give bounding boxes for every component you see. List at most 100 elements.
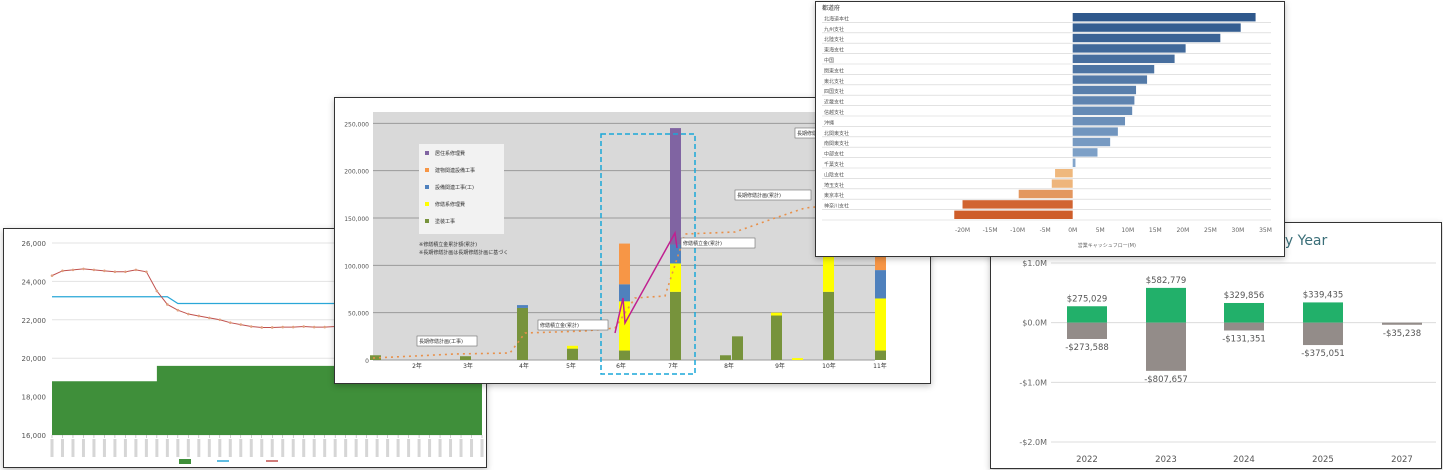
x-tick-label: 2年 bbox=[412, 362, 422, 370]
bar-negative bbox=[1146, 322, 1186, 371]
x-tick-label-placeholder bbox=[438, 439, 442, 457]
bar-label-positive: $275,029 bbox=[1067, 294, 1108, 304]
bar-label-positive: $329,856 bbox=[1224, 291, 1265, 301]
red-series-point bbox=[239, 323, 243, 326]
category-label: 九州支社 bbox=[824, 26, 844, 33]
legend-swatch bbox=[425, 151, 429, 155]
x-tick-label: 2023 bbox=[1155, 455, 1177, 465]
bar-segment bbox=[771, 312, 782, 316]
red-series-point bbox=[218, 318, 222, 322]
category-label: 中部支社 bbox=[824, 151, 844, 158]
x-tick-label: 25M bbox=[1204, 227, 1217, 234]
x-tick-label-placeholder bbox=[354, 439, 358, 457]
red-series-point bbox=[103, 269, 106, 273]
category-label: 北陸支社 bbox=[824, 36, 844, 43]
bar-segment bbox=[619, 350, 630, 360]
bar-label-negative: -$131,351 bbox=[1222, 335, 1266, 345]
red-series-point bbox=[197, 314, 201, 318]
bar-label-negative: -$273,588 bbox=[1065, 343, 1109, 353]
annotation-label: 長期修繕計画(累計) bbox=[737, 192, 781, 199]
bar-positive bbox=[1303, 302, 1343, 323]
bar-negative bbox=[1224, 322, 1264, 331]
bar bbox=[1072, 148, 1098, 157]
x-tick-label: 3年 bbox=[463, 362, 473, 370]
horizontal-bar-chart-svg: 都道府北海道本社九州支社北陸支社東海支社中国関東支社東北支社四国支社近畿支社信越… bbox=[822, 4, 1272, 249]
bar bbox=[1072, 137, 1111, 147]
bar bbox=[1072, 23, 1241, 32]
red-series-point bbox=[249, 325, 253, 328]
bar-negative bbox=[1382, 322, 1422, 325]
bar-label-positive: $582,779 bbox=[1146, 276, 1187, 286]
x-tick-label-placeholder bbox=[396, 439, 400, 457]
legend-label: 居住系修理費 bbox=[435, 150, 465, 157]
y-tick-label: -$1.0M bbox=[1019, 378, 1047, 387]
bar-segment bbox=[460, 356, 471, 360]
x-axis-label: 営業キャッシュフロー(M) bbox=[1078, 242, 1136, 249]
x-tick-label-placeholder bbox=[386, 439, 390, 457]
by-year-chart-svg: by Year$1.0M$0.0M-$1.0M-$2.0M$275,029-$2… bbox=[1019, 233, 1436, 465]
bar-segment bbox=[720, 355, 731, 360]
x-tick-label: 35M bbox=[1259, 227, 1272, 234]
x-tick-label-placeholder bbox=[323, 439, 327, 457]
legend-swatch bbox=[425, 219, 429, 223]
red-series-point bbox=[270, 326, 274, 329]
x-tick-label-placeholder bbox=[197, 439, 201, 457]
y-tick-label: 150,000 bbox=[344, 216, 369, 223]
x-tick-label: 15M bbox=[1149, 227, 1162, 234]
y-tick-label: 50,000 bbox=[348, 311, 369, 318]
red-series-point bbox=[291, 325, 295, 329]
bar-segment bbox=[517, 305, 528, 308]
x-tick-label-placeholder bbox=[459, 439, 463, 457]
x-tick-label-placeholder bbox=[239, 439, 243, 457]
chart-title: 都道府 bbox=[822, 4, 840, 12]
bar-segment bbox=[670, 128, 681, 245]
bar-positive bbox=[1146, 287, 1186, 323]
legend-swatch bbox=[425, 168, 429, 172]
x-tick-label: 5M bbox=[1096, 227, 1105, 234]
bar-label-negative: -$375,051 bbox=[1301, 349, 1345, 359]
bar-segment bbox=[792, 358, 803, 360]
x-tick-label: 2025 bbox=[1312, 455, 1334, 465]
y-tick-label: 0 bbox=[365, 358, 369, 365]
bar-segment bbox=[670, 291, 681, 360]
note-line: ※長期修繕計画は長期修繕計画に基づく bbox=[419, 249, 508, 256]
x-tick-label: 11年 bbox=[873, 362, 887, 370]
x-tick-label: 4年 bbox=[519, 362, 529, 370]
bar bbox=[962, 200, 1073, 209]
x-tick-label-placeholder bbox=[102, 439, 106, 457]
x-tick-label-placeholder bbox=[81, 439, 85, 457]
red-series-point bbox=[61, 269, 64, 273]
bar bbox=[1051, 179, 1073, 188]
x-tick-label: 2024 bbox=[1233, 455, 1255, 465]
red-series-point bbox=[208, 316, 211, 320]
x-tick-label: 5年 bbox=[566, 362, 576, 370]
bar-segment bbox=[732, 336, 743, 360]
y-tick-label: $1.0M bbox=[1022, 259, 1047, 268]
bar-segment bbox=[875, 350, 886, 360]
y-tick-label: 26,000 bbox=[22, 240, 47, 248]
x-tick-label: -5M bbox=[1040, 227, 1051, 234]
bar-segment bbox=[670, 244, 681, 264]
bar-negative bbox=[1067, 322, 1107, 339]
red-series-point bbox=[71, 268, 75, 272]
x-tick-label-placeholder bbox=[218, 439, 222, 457]
x-tick-label-placeholder bbox=[165, 439, 169, 457]
legend-label: 塗装工事 bbox=[435, 218, 455, 225]
category-label: 神奈川支社 bbox=[824, 203, 849, 210]
category-label: 北海道本社 bbox=[824, 15, 849, 22]
x-tick-label: 30M bbox=[1232, 227, 1245, 234]
panel-by-year-chart: by Year $1.0M $0.0M -$1.0M -$2.0M $275,029 -$2… bbox=[990, 222, 1442, 469]
red-series-point bbox=[155, 289, 159, 293]
category-label: 中国 bbox=[824, 57, 834, 64]
red-series-point bbox=[134, 268, 138, 272]
y-tick-label: 250,000 bbox=[344, 121, 369, 128]
category-label: 東北支社 bbox=[824, 78, 844, 85]
annotation-label: 修繕積立金(累計) bbox=[540, 322, 579, 329]
bar-negative bbox=[1303, 322, 1343, 346]
category-label: 四国支社 bbox=[824, 88, 844, 95]
bar-label-negative: -$807,657 bbox=[1144, 375, 1188, 385]
bar-segment bbox=[517, 307, 528, 360]
annotation-label: 長期修繕計画(工事) bbox=[419, 338, 463, 345]
panel-horizontal-bar-chart: 都道府 北海道本社 九州支社 北陸支社 東海支社 中国 関東支社 東北支社 四国支社 近畿支社 信越… bbox=[815, 1, 1285, 257]
x-tick-label: 7年 bbox=[668, 362, 678, 370]
